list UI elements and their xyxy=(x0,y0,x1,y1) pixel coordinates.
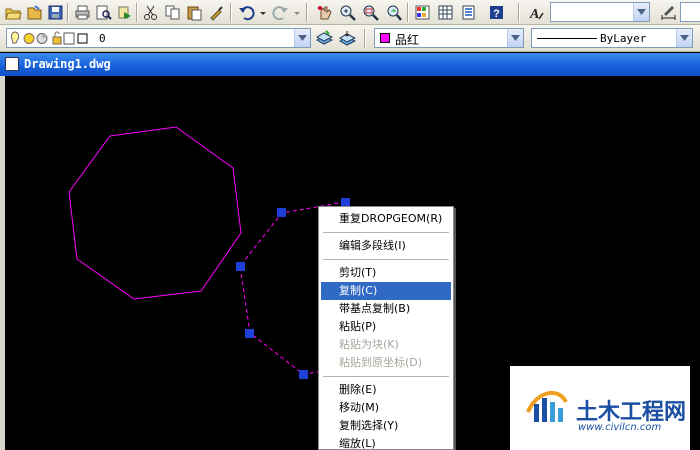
drawing-title-bar[interactable]: Drawing1.dwg xyxy=(0,53,700,76)
match-properties-icon[interactable] xyxy=(206,2,227,23)
menu-item-cut[interactable]: 剪切(T) xyxy=(321,264,451,282)
drawing-document-icon[interactable] xyxy=(5,57,19,71)
make-layer-current-icon[interactable] xyxy=(314,28,335,49)
canvas-left-border xyxy=(0,76,5,450)
toolbar-separator xyxy=(136,3,138,22)
paste-icon[interactable] xyxy=(184,2,205,23)
color-name: 品红 xyxy=(395,33,420,47)
help-icon[interactable]: ? xyxy=(486,2,507,23)
design-center-icon[interactable] xyxy=(435,2,456,23)
chevron-down-icon[interactable] xyxy=(294,29,310,47)
standard-toolbar: ? A xyxy=(0,0,700,25)
menu-separator xyxy=(323,232,449,233)
print-icon[interactable] xyxy=(72,2,93,23)
undo-dropdown-icon[interactable] xyxy=(258,2,268,23)
open-file-icon[interactable] xyxy=(24,2,45,23)
properties-icon[interactable] xyxy=(412,2,433,23)
menu-item-copy[interactable]: 复制(C) xyxy=(321,282,451,300)
watermark-url: www.civilcn.com xyxy=(578,422,662,433)
menu-item-repeat-dropgeom[interactable]: 重复DROPGEOM(R) xyxy=(321,210,451,228)
layer-name: 0 xyxy=(99,32,106,45)
dimension-style-icon[interactable] xyxy=(658,2,679,23)
dim-style-combo[interactable] xyxy=(680,2,700,22)
toolbar-separator xyxy=(407,3,409,22)
menu-separator xyxy=(323,259,449,260)
layer-previous-icon[interactable] xyxy=(337,28,358,49)
menu-separator xyxy=(323,376,449,377)
text-style-combo[interactable] xyxy=(550,2,650,22)
layer-combo[interactable]: 0 xyxy=(6,28,311,48)
linetype-sample xyxy=(537,38,597,39)
menu-item-scale[interactable]: 缩放(L) xyxy=(321,435,451,450)
toolbar-separator xyxy=(230,3,232,22)
octagon-polyline[interactable] xyxy=(68,126,242,300)
menu-item-move[interactable]: 移动(M) xyxy=(321,399,451,417)
menu-item-paste-as-block: 粘贴为块(K) xyxy=(339,338,399,351)
color-combo[interactable]: 品红 xyxy=(374,28,524,48)
menu-item-copy-selection[interactable]: 复制选择(Y) xyxy=(321,417,451,435)
civilcn-logo-icon xyxy=(526,390,568,422)
zoom-previous-icon[interactable] xyxy=(383,2,404,23)
svg-text:?: ? xyxy=(493,8,500,20)
menu-item-paste-original-coords: 粘贴到原坐标(D) xyxy=(339,356,423,369)
redo-dropdown-icon[interactable] xyxy=(292,2,302,23)
color-swatch xyxy=(380,33,390,43)
linetype-name: ByLayer xyxy=(600,32,647,45)
linetype-combo[interactable]: ByLayer xyxy=(531,28,693,48)
toolbar-separator xyxy=(67,3,69,22)
layers-toolbar: 0 品红 ByLayer xyxy=(0,25,700,52)
cut-icon[interactable] xyxy=(140,2,161,23)
copy-icon[interactable] xyxy=(162,2,183,23)
grip-point[interactable] xyxy=(299,370,308,379)
chevron-down-icon[interactable] xyxy=(633,3,649,21)
tool-palettes-icon[interactable] xyxy=(458,2,479,23)
toolbar-separator xyxy=(364,29,366,48)
menu-item-erase[interactable]: 删除(E) xyxy=(321,381,451,399)
text-style-icon[interactable]: A xyxy=(526,2,547,23)
save-icon[interactable] xyxy=(45,2,66,23)
svg-text:A: A xyxy=(529,7,539,21)
redo-icon[interactable] xyxy=(270,2,291,23)
menu-item-edit-polyline[interactable]: 编辑多段线(I) xyxy=(321,237,451,255)
pan-icon[interactable] xyxy=(314,2,335,23)
grip-point[interactable] xyxy=(277,208,286,217)
layer-state-icons xyxy=(10,31,88,45)
context-menu: 重复DROPGEOM(R) 编辑多段线(I) 剪切(T) 复制(C) 带基点复制… xyxy=(318,206,454,450)
drawing-title: Drawing1.dwg xyxy=(24,57,111,71)
grip-point[interactable] xyxy=(236,262,245,271)
print-preview-icon[interactable] xyxy=(93,2,114,23)
watermark: 土木工程网 www.civilcn.com xyxy=(510,366,690,450)
open-folder-icon[interactable] xyxy=(3,2,24,23)
toolbar-separator xyxy=(306,3,308,22)
chevron-down-icon[interactable] xyxy=(507,29,523,47)
grip-point[interactable] xyxy=(245,329,254,338)
chevron-down-icon[interactable] xyxy=(676,29,692,47)
toolbar-separator xyxy=(518,3,520,22)
menu-item-copy-with-basepoint[interactable]: 带基点复制(B) xyxy=(321,300,451,318)
undo-icon[interactable] xyxy=(236,2,257,23)
publish-icon[interactable] xyxy=(114,2,135,23)
menu-item-paste[interactable]: 粘贴(P) xyxy=(321,318,451,336)
zoom-window-icon[interactable] xyxy=(360,2,381,23)
zoom-realtime-icon[interactable] xyxy=(337,2,358,23)
